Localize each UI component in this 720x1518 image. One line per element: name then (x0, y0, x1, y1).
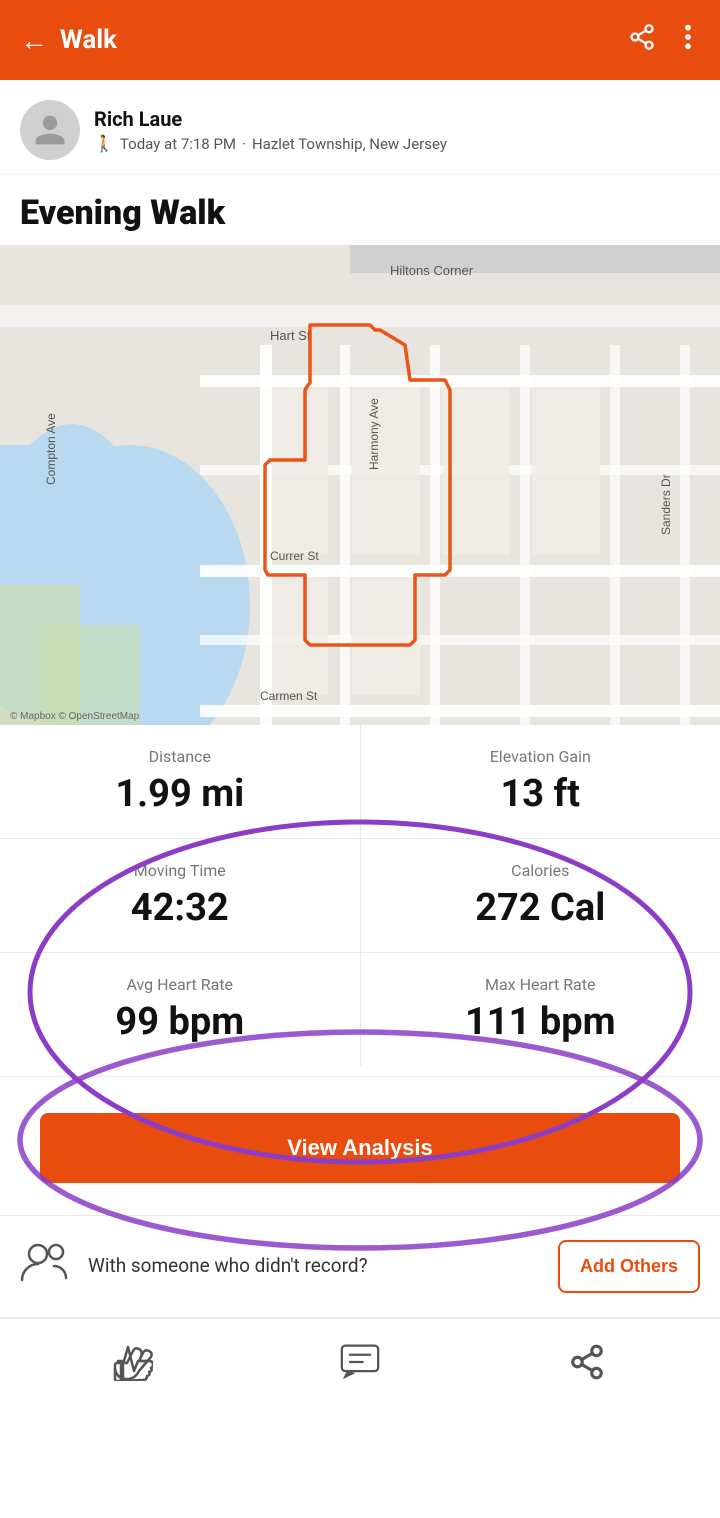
stat-max-hr: Max Heart Rate 111 bpm (361, 953, 720, 1066)
back-button[interactable]: ← (20, 24, 48, 57)
map-container[interactable]: Hart St Currer St Carmen St Harmony Ave … (0, 245, 720, 725)
stat-elevation: Elevation Gain 13 ft (361, 725, 720, 838)
svg-text:Hart St: Hart St (270, 328, 311, 343)
header-left: ← Walk (20, 24, 117, 57)
user-time: Today at 7:18 PM (120, 135, 236, 153)
add-others-left: With someone who didn't record? (20, 1242, 368, 1291)
stat-distance: Distance 1.99 mi (0, 725, 361, 838)
header-icons (628, 23, 700, 57)
svg-text:Sanders Dr: Sanders Dr (659, 474, 673, 535)
max-hr-value: 111 bpm (391, 1000, 691, 1044)
svg-text:Harmony Ave: Harmony Ave (367, 398, 381, 470)
svg-text:Compton Ave: Compton Ave (44, 413, 58, 485)
distance-label: Distance (30, 747, 330, 766)
avg-hr-value: 99 bpm (30, 1000, 330, 1044)
svg-text:© Mapbox © OpenStreetMap: © Mapbox © OpenStreetMap (10, 711, 140, 722)
user-meta: 🚶 Today at 7:18 PM · Hazlet Township, Ne… (94, 134, 447, 153)
elevation-value: 13 ft (391, 772, 691, 816)
view-analysis-container: View Analysis (0, 1087, 720, 1215)
add-others-text: With someone who didn't record? (88, 1253, 368, 1280)
like-button[interactable] (113, 1343, 153, 1381)
user-name: Rich Laue (94, 107, 447, 131)
more-icon[interactable] (676, 23, 700, 57)
stats-section: Distance 1.99 mi Elevation Gain 13 ft Mo… (0, 725, 720, 1077)
stat-avg-hr: Avg Heart Rate 99 bpm (0, 953, 361, 1066)
stat-calories: Calories 272 Cal (361, 839, 720, 952)
user-location: Hazlet Township, New Jersey (252, 135, 447, 153)
share-activity-button[interactable] (567, 1343, 607, 1381)
share-icon[interactable] (628, 23, 656, 57)
view-analysis-button[interactable]: View Analysis (40, 1113, 680, 1183)
svg-text:Hiltons Corner: Hiltons Corner (390, 263, 474, 278)
stats-row-2: Moving Time 42:32 Calories 272 Cal (0, 839, 720, 953)
people-icon (20, 1242, 72, 1291)
activity-title-section: Evening Walk (0, 175, 720, 245)
annotation-area (0, 1077, 720, 1087)
bottom-nav (0, 1318, 720, 1405)
calories-label: Calories (391, 861, 691, 880)
header: ← Walk (0, 0, 720, 80)
avg-hr-label: Avg Heart Rate (30, 975, 330, 994)
separator: · (242, 135, 246, 153)
activity-icon: 🚶 (94, 134, 114, 153)
distance-value: 1.99 mi (30, 772, 330, 816)
svg-text:Currer St: Currer St (270, 549, 319, 563)
user-info: Rich Laue 🚶 Today at 7:18 PM · Hazlet To… (94, 107, 447, 153)
add-others-button[interactable]: Add Others (558, 1240, 700, 1293)
moving-time-label: Moving Time (30, 861, 330, 880)
activity-title: Evening Walk (20, 193, 700, 233)
add-others-section: With someone who didn't record? Add Othe… (0, 1215, 720, 1318)
elevation-label: Elevation Gain (391, 747, 691, 766)
stat-moving-time: Moving Time 42:32 (0, 839, 361, 952)
user-section: Rich Laue 🚶 Today at 7:18 PM · Hazlet To… (0, 80, 720, 175)
max-hr-label: Max Heart Rate (391, 975, 691, 994)
comment-button[interactable] (340, 1343, 380, 1381)
stats-row-3: Avg Heart Rate 99 bpm Max Heart Rate 111… (0, 953, 720, 1077)
header-title: Walk (60, 25, 117, 55)
svg-text:Carmen St: Carmen St (260, 689, 318, 703)
avatar (20, 100, 80, 160)
